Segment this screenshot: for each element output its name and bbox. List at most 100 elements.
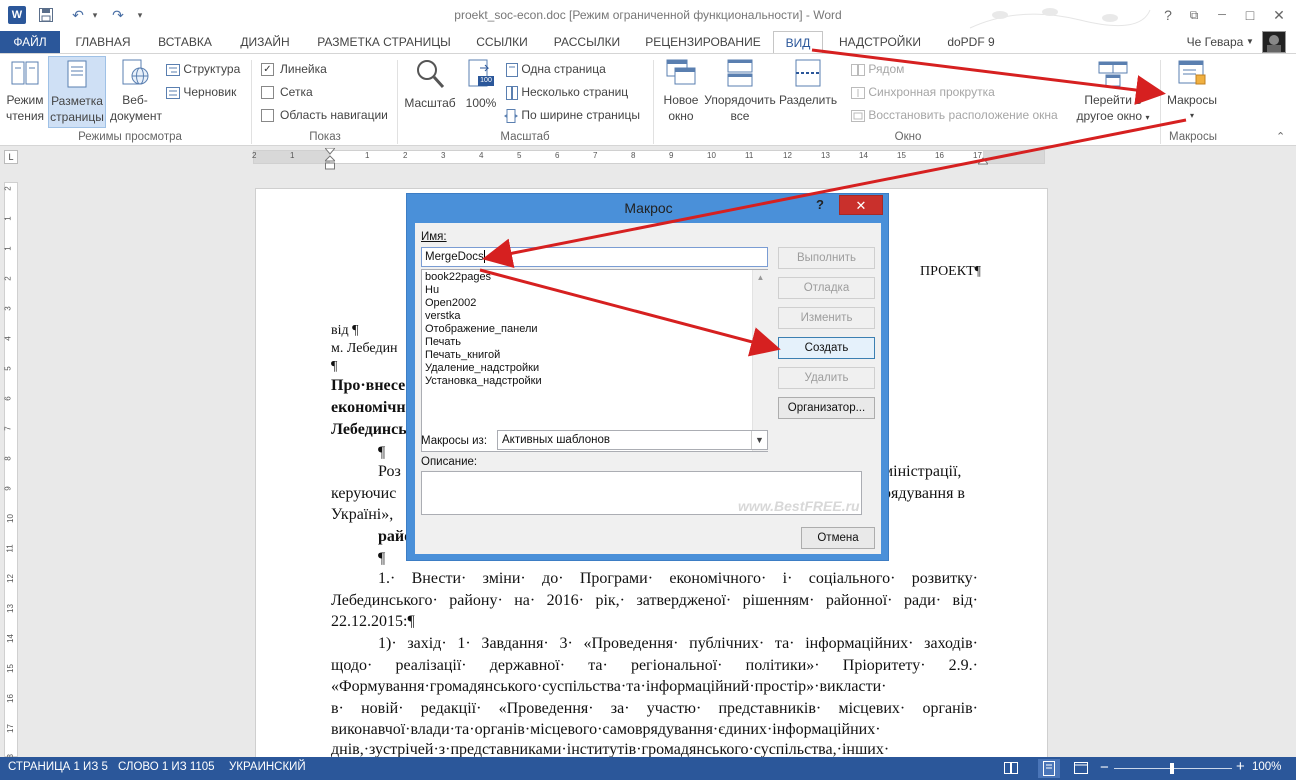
avatar[interactable] xyxy=(1262,31,1286,53)
new-window-button[interactable]: Новое окно xyxy=(659,58,703,128)
macro-list-item[interactable]: verstka xyxy=(425,310,542,323)
right-indent-marker[interactable] xyxy=(978,157,988,165)
navigation-pane-checkbox[interactable]: Область навигации xyxy=(261,106,388,124)
user-name[interactable]: Че Гевара xyxy=(1180,31,1250,54)
macro-list-item[interactable]: Установка_надстройки xyxy=(425,375,542,388)
macro-list-item[interactable]: Hu xyxy=(425,284,542,297)
tab-review[interactable]: РЕЦЕНЗИРОВАНИЕ xyxy=(638,31,768,54)
vertical-ruler-tick-label: 12 xyxy=(5,574,15,583)
step-into-button[interactable]: Отладка xyxy=(778,277,875,299)
macro-list-item[interactable]: Open2002 xyxy=(425,297,542,310)
read-mode-button[interactable]: Режим чтения xyxy=(3,58,47,128)
macro-list-item[interactable]: Печать xyxy=(425,336,542,349)
zoom-level[interactable]: 100% xyxy=(1252,761,1281,773)
close-window-button[interactable]: ✕ xyxy=(1262,0,1296,31)
run-button[interactable]: Выполнить xyxy=(778,247,875,269)
web-layout-button[interactable]: Веб- документ xyxy=(110,58,162,128)
scroll-up-icon[interactable]: ▲ xyxy=(753,270,768,286)
macro-list[interactable]: book22pages Hu Open2002 verstka Отображение_… xyxy=(421,269,768,452)
web-layout-view-icon[interactable] xyxy=(1074,761,1088,775)
draft-label: Черновик xyxy=(183,85,237,99)
reset-window-position-button[interactable]: Восстановить расположение окна xyxy=(851,106,1058,124)
synchronous-scrolling-button[interactable]: Синхронная прокрутка xyxy=(851,83,995,101)
multiple-pages-button[interactable]: Несколько страниц xyxy=(506,83,628,101)
cancel-button[interactable]: Отмена xyxy=(801,527,875,549)
vertical-ruler-tick-label: 5 xyxy=(3,366,13,371)
web-layout-label-1: Веб- xyxy=(122,93,148,107)
zoom-in-button[interactable]: + xyxy=(1236,758,1245,775)
zoom-100-button[interactable]: 100 100% xyxy=(463,58,499,128)
doc-line: ¶ xyxy=(378,444,386,461)
macros-button[interactable]: Макросы ▾ xyxy=(1162,58,1222,128)
tab-selector[interactable]: L xyxy=(4,150,18,164)
status-page-count[interactable]: СТРАНИЦА 1 ИЗ 5 xyxy=(8,761,108,773)
macro-name-field[interactable]: MergeDocs xyxy=(421,247,768,267)
sync-scroll-icon xyxy=(851,86,865,99)
macro-list-item[interactable]: Удаление_надстройки xyxy=(425,362,542,375)
ruler-tick-label: 2 xyxy=(252,151,257,160)
zoom-out-button[interactable]: − xyxy=(1100,759,1109,776)
gridlines-checkbox[interactable]: Сетка xyxy=(261,83,313,101)
vertical-ruler-tick-label: 9 xyxy=(3,486,13,491)
list-scrollbar[interactable]: ▲ ▼ xyxy=(752,270,768,451)
print-layout-label-2: страницы xyxy=(50,110,104,124)
user-dropdown-icon[interactable]: ▼ xyxy=(1245,31,1255,54)
print-layout-button[interactable]: Разметка страницы xyxy=(48,56,106,128)
macro-list-item[interactable]: Печать_книгой xyxy=(425,349,542,362)
split-button[interactable]: Разделить xyxy=(779,58,837,128)
tab-insert[interactable]: ВСТАВКА xyxy=(148,31,222,54)
split-label: Разделить xyxy=(779,93,838,107)
read-mode-view-icon[interactable] xyxy=(1004,761,1018,775)
zoom-slider-thumb[interactable] xyxy=(1170,763,1174,774)
tab-addins[interactable]: НАДСТРОЙКИ xyxy=(830,31,930,54)
tab-file[interactable]: ФАЙЛ xyxy=(0,31,60,54)
switch-windows-dropdown-icon: ▾ xyxy=(1145,113,1150,122)
vertical-ruler-tick-label: 8 xyxy=(3,456,13,461)
status-word-count[interactable]: СЛОВО 1 ИЗ 1105 xyxy=(118,761,215,773)
dialog-close-button[interactable]: ✕ xyxy=(839,195,883,215)
select-dropdown-icon[interactable]: ▼ xyxy=(751,431,767,449)
macro-list-item[interactable]: Отображение_панели xyxy=(425,323,542,336)
tab-references[interactable]: ССЫЛКИ xyxy=(466,31,538,54)
macros-icon xyxy=(1176,58,1208,88)
macro-list-item[interactable]: book22pages xyxy=(425,271,542,284)
macros-in-select[interactable]: Активных шаблонов ▼ xyxy=(497,430,768,450)
one-page-button[interactable]: Одна страница xyxy=(506,60,606,78)
dialog-body: Имя: MergeDocs book22pages Hu Open2002 vers… xyxy=(415,223,881,554)
zoom-button[interactable]: Масштаб xyxy=(402,58,458,128)
ruler-tick-label: 5 xyxy=(517,151,522,160)
outline-button[interactable]: Структура xyxy=(166,60,240,78)
tab-home[interactable]: ГЛАВНАЯ xyxy=(66,31,140,54)
collapse-ribbon-icon[interactable]: ⌃ xyxy=(1276,130,1285,143)
ruler-checkbox[interactable]: ✓ Линейка xyxy=(261,60,327,78)
status-language[interactable]: УКРАИНСКИЙ xyxy=(229,761,306,773)
edit-button[interactable]: Изменить xyxy=(778,307,875,329)
organizer-button[interactable]: Организатор... xyxy=(778,397,875,419)
multiple-pages-icon xyxy=(506,85,518,100)
horizontal-ruler[interactable] xyxy=(253,150,1045,164)
print-layout-view-icon[interactable] xyxy=(1038,759,1060,778)
tab-dopdf[interactable]: doPDF 9 xyxy=(938,31,1004,54)
doc-line: 1)· захід· 1· Завдання· 3· «Проведення· … xyxy=(378,635,978,652)
ruler-tick-label: 1 xyxy=(365,151,370,160)
globe-page-icon xyxy=(119,58,151,88)
arrange-all-button[interactable]: Упорядочить все xyxy=(703,58,777,128)
tab-design[interactable]: ДИЗАЙН xyxy=(228,31,302,54)
switch-windows-button[interactable]: Перейти в другое окно ▾ xyxy=(1072,58,1154,130)
doc-line: економічн xyxy=(331,399,406,416)
tab-page-layout[interactable]: РАЗМЕТКА СТРАНИЦЫ xyxy=(308,31,460,54)
sync-scroll-label: Синхронная прокрутка xyxy=(868,85,995,99)
page-width-button[interactable]: По ширине страницы xyxy=(504,106,640,124)
dialog-help-button[interactable]: ? xyxy=(816,197,824,212)
tab-view[interactable]: ВИД xyxy=(773,31,823,55)
macro-dialog: Макрос ? ✕ Имя: MergeDocs book22pages Hu O… xyxy=(406,193,889,561)
create-button[interactable]: Создать xyxy=(778,337,875,359)
indent-marker[interactable] xyxy=(325,148,335,170)
view-side-by-side-button[interactable]: Рядом xyxy=(851,60,904,78)
doc-line: «Формування·громадянського·суспільства·т… xyxy=(331,678,887,695)
tab-mailings[interactable]: РАССЫЛКИ xyxy=(545,31,629,54)
delete-button[interactable]: Удалить xyxy=(778,367,875,389)
draft-button[interactable]: Черновик xyxy=(166,83,236,101)
navigation-pane-check-box xyxy=(261,109,274,123)
read-mode-label-1: Режим xyxy=(6,93,44,107)
